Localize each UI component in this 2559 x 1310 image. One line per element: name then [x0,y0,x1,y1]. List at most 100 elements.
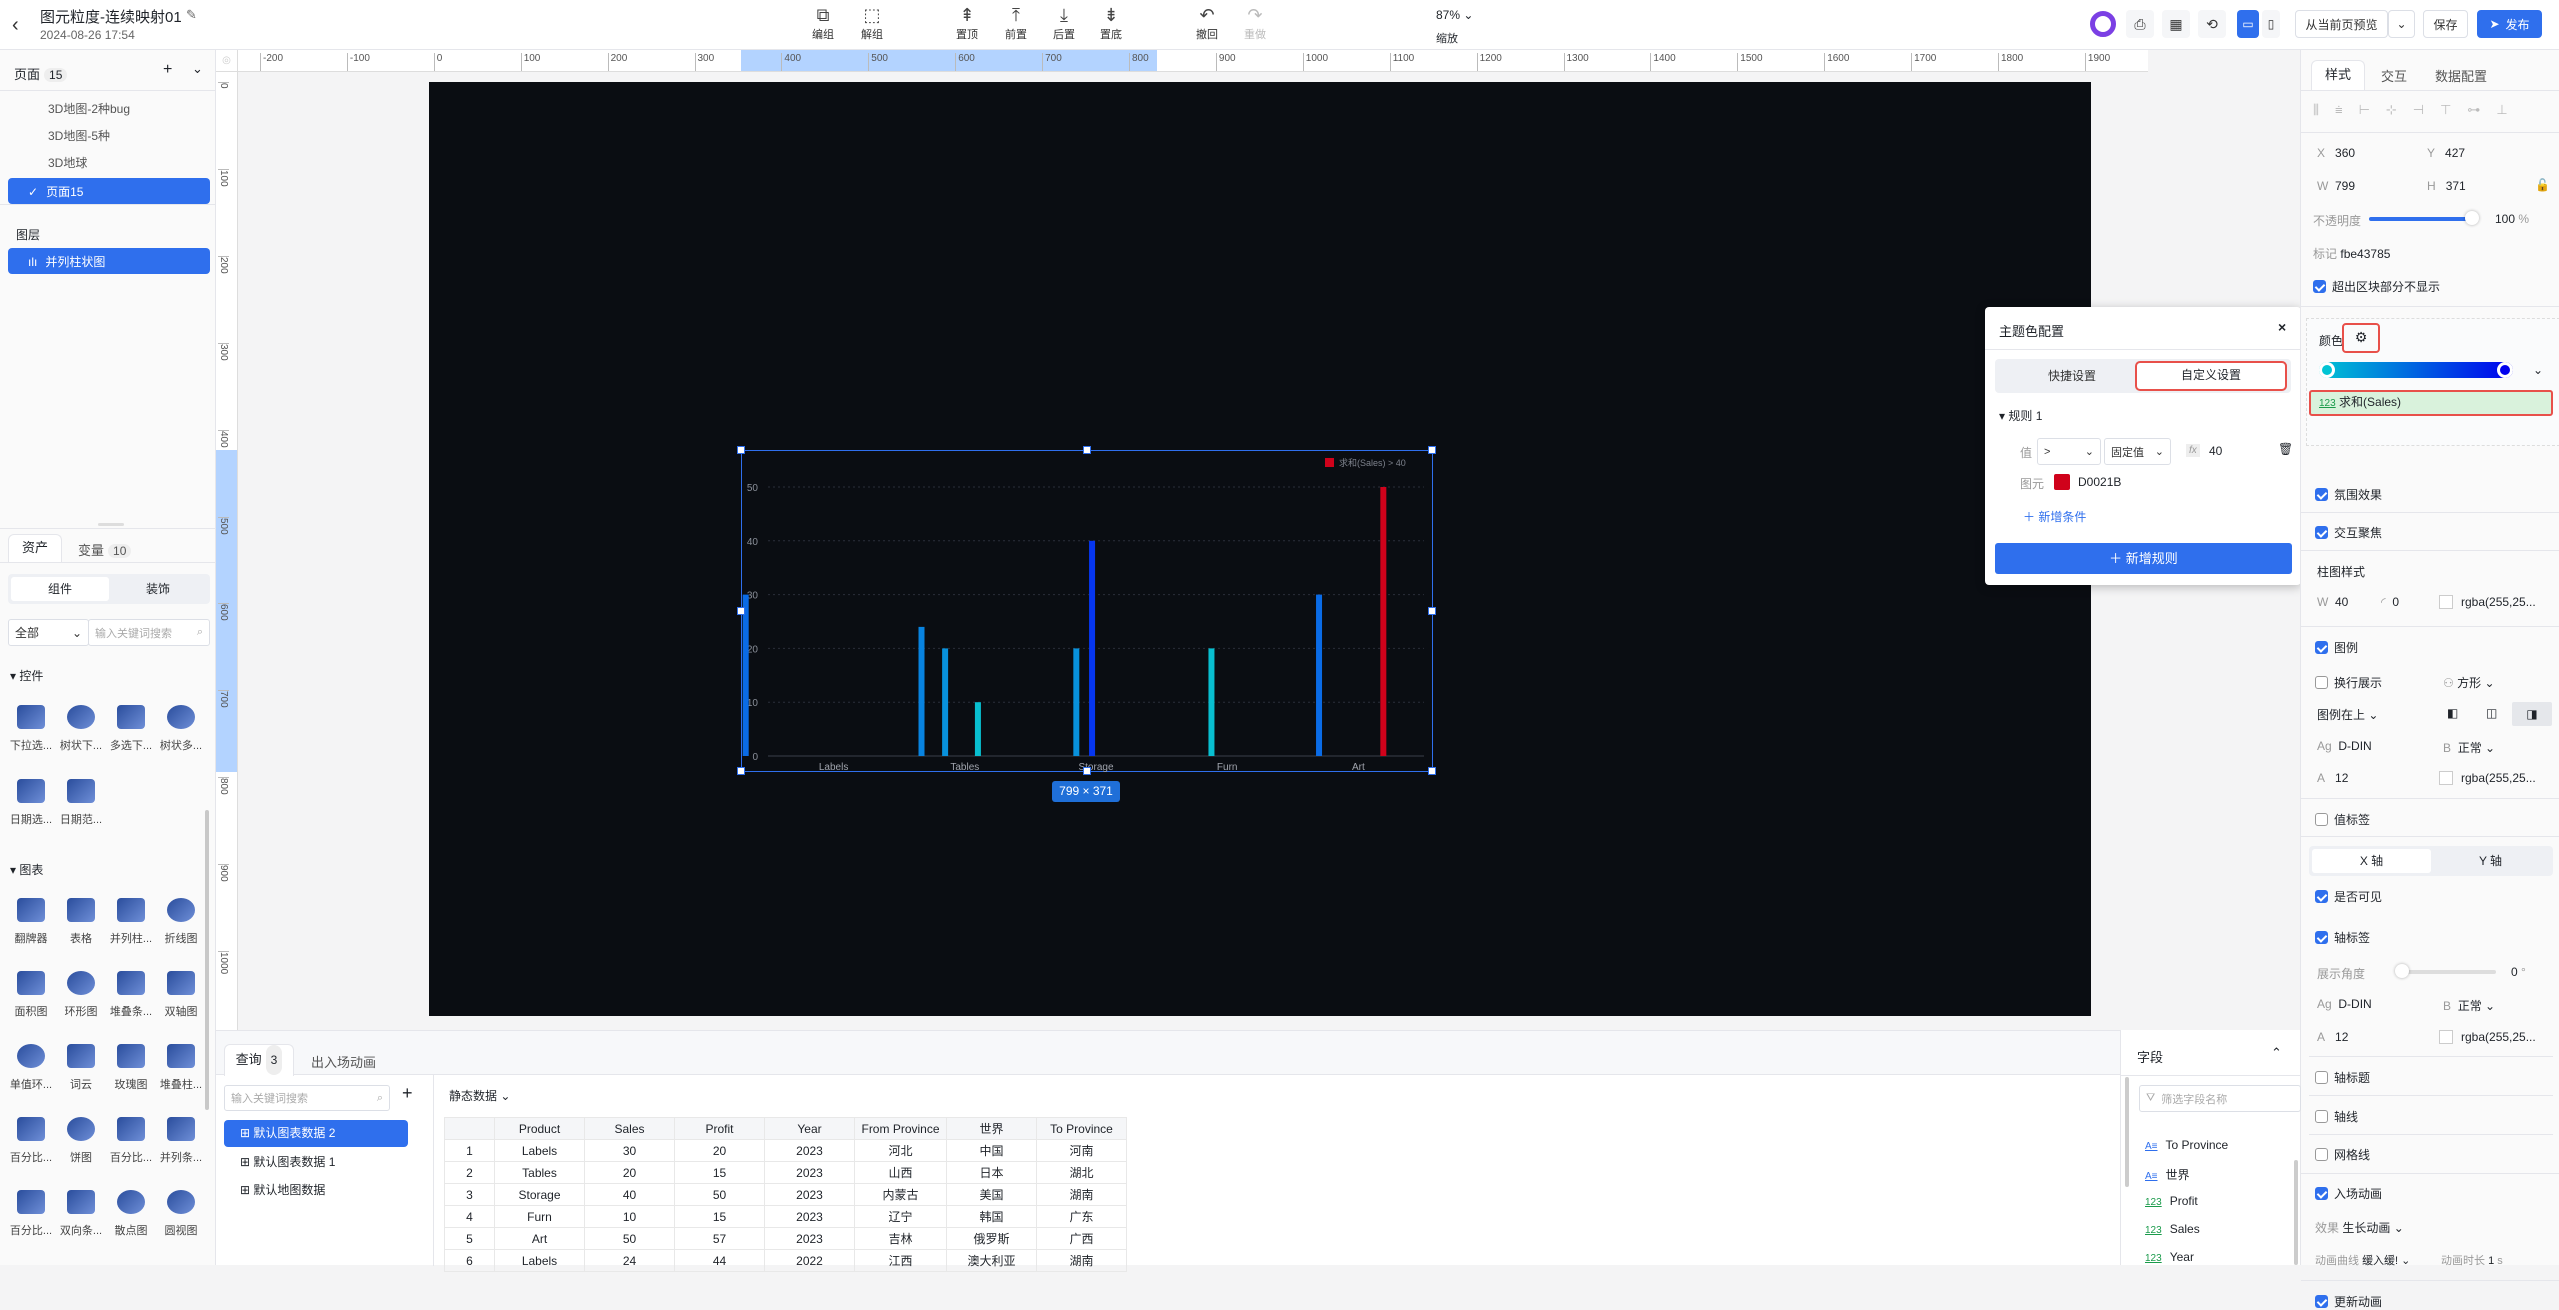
legend-font-size[interactable]: 12 [2335,771,2348,785]
table-cell[interactable]: Art [494,1227,585,1250]
dataset-item[interactable]: ⊞ 默认地图数据 [240,1181,325,1198]
fields-scrollbar[interactable] [2125,1077,2129,1187]
table-cell[interactable]: 50 [584,1227,675,1250]
legend-position-select[interactable]: 图例在上 ⌄ [2317,706,2378,723]
table-cell[interactable]: 2 [444,1161,495,1184]
legend-weight-select[interactable]: 正常 [2458,741,2482,755]
table-cell[interactable]: 日本 [946,1161,1037,1184]
save-button[interactable]: 保存 [2423,10,2468,38]
opacity-value[interactable]: 100 [2495,212,2515,226]
selected-chart[interactable]: 0 10 20 30 40 50 Labels Tables Storage Furn Art 求和(… [737,446,1436,775]
apps-button[interactable]: ▦ [2162,10,2190,38]
element-color-swatch[interactable] [2054,474,2070,490]
chart-component-item[interactable]: 环形图 [56,971,106,1019]
table-cell[interactable]: 20 [674,1139,765,1162]
column-header[interactable]: Sales [584,1117,675,1140]
layer-item[interactable]: ılı 并列柱状图 [8,248,210,274]
field-item[interactable]: 123 Sales [2145,1222,2200,1236]
axis-title-checkbox[interactable]: 轴标题 [2315,1069,2370,1086]
chart-component-item[interactable]: 表格 [56,898,106,946]
toolbar-bring-top-button[interactable]: ⇞ 置顶 [947,4,987,42]
publish-button[interactable]: ➤ 发布 [2477,10,2542,38]
add-page-icon[interactable]: + [163,61,172,79]
table-row[interactable]: 4 Furn 10 15 2023 辽宁 韩国 广东 [444,1205,1127,1228]
chart-component-item[interactable]: 玫瑰图 [106,1044,156,1092]
table-cell[interactable]: Labels [494,1249,585,1272]
chart-component-item[interactable]: 堆叠柱... [156,1044,206,1092]
resize-handle-br[interactable] [1428,767,1436,775]
chart-component-item[interactable]: 圆视图 [156,1190,206,1238]
component-item[interactable]: 下拉选... [6,705,56,753]
column-header[interactable]: Profit [674,1117,765,1140]
resize-handle-r[interactable] [1428,607,1436,615]
charts-section[interactable]: ▾ 图表 [10,861,43,878]
chart-component-item[interactable]: 并列条... [156,1117,206,1165]
template-button[interactable]: ⎙ [2126,10,2154,38]
table-cell[interactable]: 20 [584,1161,675,1184]
chart-component-item[interactable]: 折线图 [156,898,206,946]
table-cell[interactable]: 24 [584,1249,675,1272]
table-row[interactable]: 5 Art 50 57 2023 吉林 俄罗斯 广西 [444,1227,1127,1250]
bar-color-picker[interactable]: rgba(255,25... [2439,595,2536,609]
component-item[interactable]: 日期选... [6,779,56,827]
wrap-checkbox[interactable]: 换行展示 [2315,674,2382,691]
table-cell[interactable]: 江西 [854,1249,947,1272]
resize-handle-tl[interactable] [737,446,745,454]
align-right-icon[interactable]: ◨ [2512,702,2552,726]
desktop-view-button[interactable]: ▭ [2237,10,2259,38]
chart-component-item[interactable]: 百分比... [106,1117,156,1165]
preview-button[interactable]: 从当前页预览 [2295,10,2388,38]
ruler-corner-icon[interactable]: ◎ [216,50,238,72]
resize-handle-t[interactable] [1083,446,1091,454]
zoom-value[interactable]: 87% ⌄ [1436,8,1473,22]
page-item[interactable]: 3D地图-5种 [48,127,110,144]
table-row[interactable]: 3 Storage 40 50 2023 内蒙古 美国 湖南 [444,1183,1127,1206]
column-header[interactable]: From Province [854,1117,947,1140]
field-item[interactable]: 123 Profit [2145,1194,2198,1208]
column-header[interactable]: To Province [1036,1117,1127,1140]
preview-dropdown[interactable]: ⌄ [2388,10,2415,38]
axis-font-size[interactable]: 12 [2335,1030,2348,1044]
chart-component-item[interactable]: 堆叠条... [106,971,156,1019]
table-cell[interactable]: 俄罗斯 [946,1227,1037,1250]
dataset-item[interactable]: ⊞ 默认图表数据 1 [240,1153,335,1170]
chevron-up-icon[interactable]: ⌃ [2271,1045,2282,1061]
table-cell[interactable]: 2023 [764,1161,855,1184]
angle-slider[interactable] [2401,970,2496,974]
element-color-value[interactable]: D0021B [2078,475,2121,489]
chart-component-item[interactable]: 双轴图 [156,971,206,1019]
tab-data-config[interactable]: 数据配置 [2435,66,2487,85]
chart-component-item[interactable]: 百分比... [6,1190,56,1238]
toolbar-send-backward-button[interactable]: ⤓ 后置 [1044,4,1084,42]
tab-style[interactable]: 样式 [2311,60,2365,90]
table-cell[interactable]: 广西 [1036,1227,1127,1250]
duration-input[interactable]: 1 [2488,1255,2494,1267]
toolbar-undo-button[interactable]: ↶ 撤回 [1187,4,1227,42]
controls-section[interactable]: ▾ 控件 [10,667,43,684]
field-item[interactable]: A≡ 世界 [2145,1166,2190,1183]
table-cell[interactable]: 韩国 [946,1205,1037,1228]
fields-list-scrollbar[interactable] [2294,1160,2298,1265]
add-rule-button[interactable]: ＋ 新增规则 [1995,543,2292,574]
effect-select[interactable]: 生长动画 [2342,1221,2390,1235]
seg-decor[interactable]: 装饰 [109,577,207,601]
table-cell[interactable]: 40 [584,1183,675,1206]
legend-checkbox[interactable]: 图例 [2315,639,2358,656]
tab-quick-settings[interactable]: 快捷设置 [1999,363,2145,389]
bar-width-input[interactable]: 40 [2335,595,2348,609]
opacity-slider[interactable] [2369,217,2469,221]
axis-line-checkbox[interactable]: 轴线 [2315,1108,2358,1125]
table-cell[interactable]: 57 [674,1227,765,1250]
tab-animation[interactable]: 出入场动画 [311,1052,376,1071]
back-icon[interactable]: ‹ [12,14,19,37]
table-cell[interactable]: 3 [444,1183,495,1206]
update-anim-checkbox[interactable]: 更新动画 [2315,1293,2382,1310]
table-row[interactable]: 2 Tables 20 15 2023 山西 日本 湖北 [444,1161,1127,1184]
table-cell[interactable]: 澳大利亚 [946,1249,1037,1272]
component-item[interactable]: 日期范... [56,779,106,827]
tab-x-axis[interactable]: X 轴 [2312,849,2431,873]
gear-icon[interactable]: ⚙ [2342,323,2380,353]
page-item[interactable]: 3D地图-2种bug [48,100,130,117]
lock-icon[interactable]: 🔓 [2535,178,2550,192]
history-button[interactable]: ⟲ [2198,10,2226,38]
